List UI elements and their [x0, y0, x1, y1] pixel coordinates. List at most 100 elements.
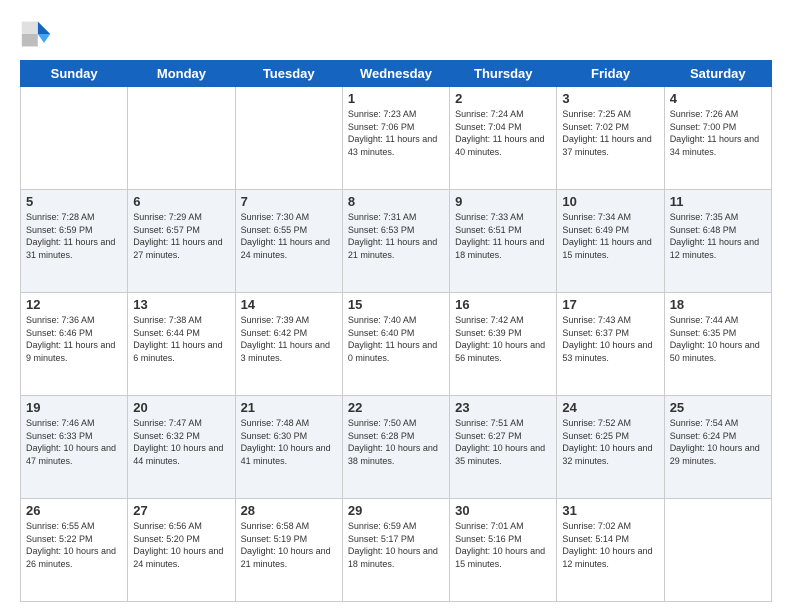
- calendar-cell: 31 Sunrise: 7:02 AM Sunset: 5:14 PM Dayli…: [557, 499, 664, 602]
- calendar-cell: [664, 499, 771, 602]
- day-number: 12: [26, 297, 122, 312]
- calendar-cell: 22 Sunrise: 7:50 AM Sunset: 6:28 PM Dayli…: [342, 396, 449, 499]
- calendar-cell: 13 Sunrise: 7:38 AM Sunset: 6:44 PM Dayli…: [128, 293, 235, 396]
- day-number: 2: [455, 91, 551, 106]
- calendar-cell: 21 Sunrise: 7:48 AM Sunset: 6:30 PM Dayli…: [235, 396, 342, 499]
- calendar: SundayMondayTuesdayWednesdayThursdayFrid…: [20, 60, 772, 602]
- day-number: 10: [562, 194, 658, 209]
- day-info: Sunrise: 7:43 AM Sunset: 6:37 PM Dayligh…: [562, 314, 658, 364]
- day-info: Sunrise: 7:46 AM Sunset: 6:33 PM Dayligh…: [26, 417, 122, 467]
- calendar-cell: 12 Sunrise: 7:36 AM Sunset: 6:46 PM Dayli…: [21, 293, 128, 396]
- calendar-cell: 26Sunrise: 6:55 AM Sunset: 5:22 PM Dayli…: [21, 499, 128, 602]
- day-number: 14: [241, 297, 337, 312]
- day-number: 24: [562, 400, 658, 415]
- day-number: 8: [348, 194, 444, 209]
- calendar-cell: 27 Sunrise: 6:56 AM Sunset: 5:20 PM Dayli…: [128, 499, 235, 602]
- calendar-cell: 11 Sunrise: 7:35 AM Sunset: 6:48 PM Dayli…: [664, 190, 771, 293]
- day-info: Sunrise: 7:38 AM Sunset: 6:44 PM Dayligh…: [133, 314, 229, 364]
- day-number: 13: [133, 297, 229, 312]
- day-number: 25: [670, 400, 766, 415]
- calendar-cell: 17 Sunrise: 7:43 AM Sunset: 6:37 PM Dayli…: [557, 293, 664, 396]
- calendar-cell: 20 Sunrise: 7:47 AM Sunset: 6:32 PM Dayli…: [128, 396, 235, 499]
- day-number: 29: [348, 503, 444, 518]
- day-info: Sunrise: 7:23 AM Sunset: 7:06 PM Dayligh…: [348, 108, 444, 158]
- day-info: Sunrise: 7:39 AM Sunset: 6:42 PM Dayligh…: [241, 314, 337, 364]
- logo-icon: [20, 18, 52, 50]
- calendar-cell: 19 Sunrise: 7:46 AM Sunset: 6:33 PM Dayli…: [21, 396, 128, 499]
- day-info: Sunrise: 7:50 AM Sunset: 6:28 PM Dayligh…: [348, 417, 444, 467]
- day-of-week-header: Friday: [557, 61, 664, 87]
- calendar-cell: 30Sunrise: 7:01 AM Sunset: 5:16 PM Dayli…: [450, 499, 557, 602]
- header: [20, 18, 772, 50]
- calendar-cell: 1Sunrise: 7:23 AM Sunset: 7:06 PM Daylig…: [342, 87, 449, 190]
- day-number: 19: [26, 400, 122, 415]
- day-info: Sunrise: 7:42 AM Sunset: 6:39 PM Dayligh…: [455, 314, 551, 364]
- calendar-week-row: 12 Sunrise: 7:36 AM Sunset: 6:46 PM Dayli…: [21, 293, 772, 396]
- day-info: Sunrise: 7:31 AM Sunset: 6:53 PM Dayligh…: [348, 211, 444, 261]
- day-number: 17: [562, 297, 658, 312]
- day-info: Sunrise: 7:47 AM Sunset: 6:32 PM Dayligh…: [133, 417, 229, 467]
- day-number: 3: [562, 91, 658, 106]
- day-info: Sunrise: 7:34 AM Sunset: 6:49 PM Dayligh…: [562, 211, 658, 261]
- day-info: Sunrise: 6:58 AM Sunset: 5:19 PM Dayligh…: [241, 520, 337, 570]
- day-number: 20: [133, 400, 229, 415]
- calendar-cell: 18 Sunrise: 7:44 AM Sunset: 6:35 PM Dayli…: [664, 293, 771, 396]
- calendar-cell: 24 Sunrise: 7:52 AM Sunset: 6:25 PM Dayli…: [557, 396, 664, 499]
- day-number: 21: [241, 400, 337, 415]
- calendar-cell: 9 Sunrise: 7:33 AM Sunset: 6:51 PM Daylig…: [450, 190, 557, 293]
- calendar-cell: 7 Sunrise: 7:30 AM Sunset: 6:55 PM Daylig…: [235, 190, 342, 293]
- day-of-week-header: Wednesday: [342, 61, 449, 87]
- page: SundayMondayTuesdayWednesdayThursdayFrid…: [0, 0, 792, 612]
- day-info: Sunrise: 7:35 AM Sunset: 6:48 PM Dayligh…: [670, 211, 766, 261]
- day-info: Sunrise: 7:33 AM Sunset: 6:51 PM Dayligh…: [455, 211, 551, 261]
- day-number: 4: [670, 91, 766, 106]
- day-number: 9: [455, 194, 551, 209]
- day-info: Sunrise: 7:25 AM Sunset: 7:02 PM Dayligh…: [562, 108, 658, 158]
- calendar-cell: 23 Sunrise: 7:51 AM Sunset: 6:27 PM Dayli…: [450, 396, 557, 499]
- day-of-week-header: Tuesday: [235, 61, 342, 87]
- day-number: 16: [455, 297, 551, 312]
- calendar-cell: 8 Sunrise: 7:31 AM Sunset: 6:53 PM Daylig…: [342, 190, 449, 293]
- day-number: 15: [348, 297, 444, 312]
- day-number: 22: [348, 400, 444, 415]
- day-number: 6: [133, 194, 229, 209]
- day-info: Sunrise: 7:36 AM Sunset: 6:46 PM Dayligh…: [26, 314, 122, 364]
- calendar-cell: 29 Sunrise: 6:59 AM Sunset: 5:17 PM Dayli…: [342, 499, 449, 602]
- day-info: Sunrise: 7:52 AM Sunset: 6:25 PM Dayligh…: [562, 417, 658, 467]
- day-number: 28: [241, 503, 337, 518]
- calendar-cell: 10 Sunrise: 7:34 AM Sunset: 6:49 PM Dayli…: [557, 190, 664, 293]
- day-info: Sunrise: 7:44 AM Sunset: 6:35 PM Dayligh…: [670, 314, 766, 364]
- calendar-cell: 5Sunrise: 7:28 AM Sunset: 6:59 PM Daylig…: [21, 190, 128, 293]
- day-info: Sunrise: 7:51 AM Sunset: 6:27 PM Dayligh…: [455, 417, 551, 467]
- calendar-cell: 6Sunrise: 7:29 AM Sunset: 6:57 PM Daylig…: [128, 190, 235, 293]
- calendar-cell: 14 Sunrise: 7:39 AM Sunset: 6:42 PM Dayli…: [235, 293, 342, 396]
- day-number: 7: [241, 194, 337, 209]
- calendar-cell: [21, 87, 128, 190]
- calendar-cell: 2 Sunrise: 7:24 AM Sunset: 7:04 PM Daylig…: [450, 87, 557, 190]
- day-info: Sunrise: 7:24 AM Sunset: 7:04 PM Dayligh…: [455, 108, 551, 158]
- day-number: 18: [670, 297, 766, 312]
- calendar-week-row: 26Sunrise: 6:55 AM Sunset: 5:22 PM Dayli…: [21, 499, 772, 602]
- calendar-cell: 15 Sunrise: 7:40 AM Sunset: 6:40 PM Dayli…: [342, 293, 449, 396]
- calendar-cell: 25Sunrise: 7:54 AM Sunset: 6:24 PM Dayli…: [664, 396, 771, 499]
- day-number: 31: [562, 503, 658, 518]
- day-number: 26: [26, 503, 122, 518]
- day-info: Sunrise: 7:30 AM Sunset: 6:55 PM Dayligh…: [241, 211, 337, 261]
- day-info: Sunrise: 7:40 AM Sunset: 6:40 PM Dayligh…: [348, 314, 444, 364]
- calendar-week-row: 1Sunrise: 7:23 AM Sunset: 7:06 PM Daylig…: [21, 87, 772, 190]
- day-of-week-header: Sunday: [21, 61, 128, 87]
- day-info: Sunrise: 7:26 AM Sunset: 7:00 PM Dayligh…: [670, 108, 766, 158]
- calendar-cell: 28 Sunrise: 6:58 AM Sunset: 5:19 PM Dayli…: [235, 499, 342, 602]
- day-info: Sunrise: 6:56 AM Sunset: 5:20 PM Dayligh…: [133, 520, 229, 570]
- calendar-header-row: SundayMondayTuesdayWednesdayThursdayFrid…: [21, 61, 772, 87]
- day-info: Sunrise: 7:02 AM Sunset: 5:14 PM Dayligh…: [562, 520, 658, 570]
- day-number: 11: [670, 194, 766, 209]
- calendar-week-row: 19 Sunrise: 7:46 AM Sunset: 6:33 PM Dayli…: [21, 396, 772, 499]
- day-number: 23: [455, 400, 551, 415]
- day-of-week-header: Monday: [128, 61, 235, 87]
- day-info: Sunrise: 6:59 AM Sunset: 5:17 PM Dayligh…: [348, 520, 444, 570]
- calendar-cell: 3 Sunrise: 7:25 AM Sunset: 7:02 PM Daylig…: [557, 87, 664, 190]
- day-number: 27: [133, 503, 229, 518]
- day-info: Sunrise: 7:48 AM Sunset: 6:30 PM Dayligh…: [241, 417, 337, 467]
- calendar-cell: 16 Sunrise: 7:42 AM Sunset: 6:39 PM Dayli…: [450, 293, 557, 396]
